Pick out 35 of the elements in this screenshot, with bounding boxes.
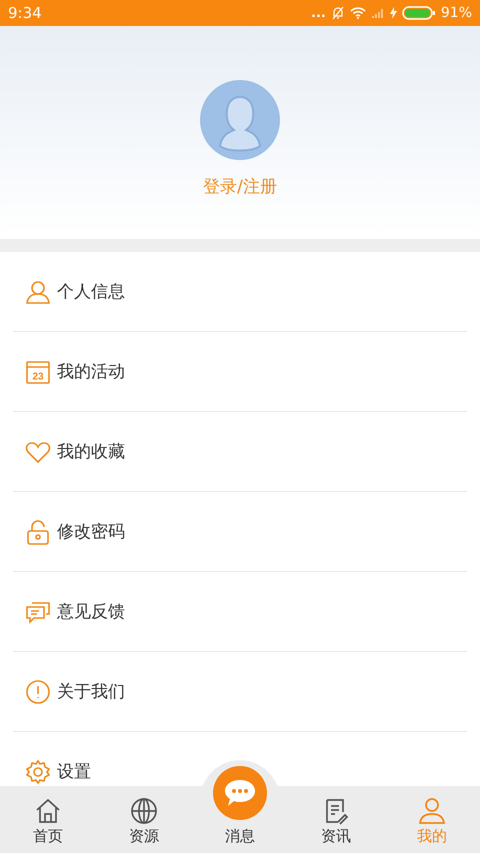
signal-icon	[370, 7, 385, 19]
message-button[interactable]	[213, 766, 267, 820]
wifi-icon	[350, 7, 366, 19]
menu-item[interactable]: 修改密码	[13, 492, 467, 572]
status-dots: ...	[311, 6, 326, 20]
tab[interactable]: 首页	[0, 786, 96, 853]
battery-icon	[402, 6, 436, 20]
menu-label: 修改密码	[57, 521, 125, 543]
tab[interactable]: 资源	[96, 786, 192, 853]
status-time: 9:34	[8, 4, 42, 22]
menu-item[interactable]: 我的收藏	[13, 412, 467, 492]
menu-item[interactable]: 意见反馈	[13, 572, 467, 652]
chat-icon	[223, 778, 257, 808]
menu-item[interactable]: 23 我的活动	[13, 332, 467, 412]
battery-percent: 91%	[440, 5, 472, 21]
menu-label: 设置	[57, 761, 91, 783]
menu-label: 关于我们	[57, 681, 125, 703]
menu-label: 我的收藏	[57, 441, 125, 463]
charging-icon	[390, 7, 397, 19]
home-icon	[34, 797, 62, 825]
avatar-icon[interactable]	[200, 80, 280, 160]
menu-item[interactable]: 个人信息	[13, 252, 467, 332]
menu-label: 意见反馈	[57, 601, 125, 623]
tab[interactable]: 资讯	[288, 786, 384, 853]
gear-icon	[25, 758, 51, 784]
person-icon	[418, 797, 446, 825]
menu-label: 我的活动	[57, 361, 125, 383]
info-icon	[25, 678, 51, 704]
calendar-date: 23	[32, 371, 44, 382]
menu-label: 个人信息	[57, 281, 125, 303]
person-icon	[25, 278, 51, 304]
globe-icon	[130, 797, 158, 825]
menu-item[interactable]: 关于我们	[13, 652, 467, 732]
bell-off-icon	[330, 6, 345, 20]
padlock-icon	[25, 518, 51, 544]
